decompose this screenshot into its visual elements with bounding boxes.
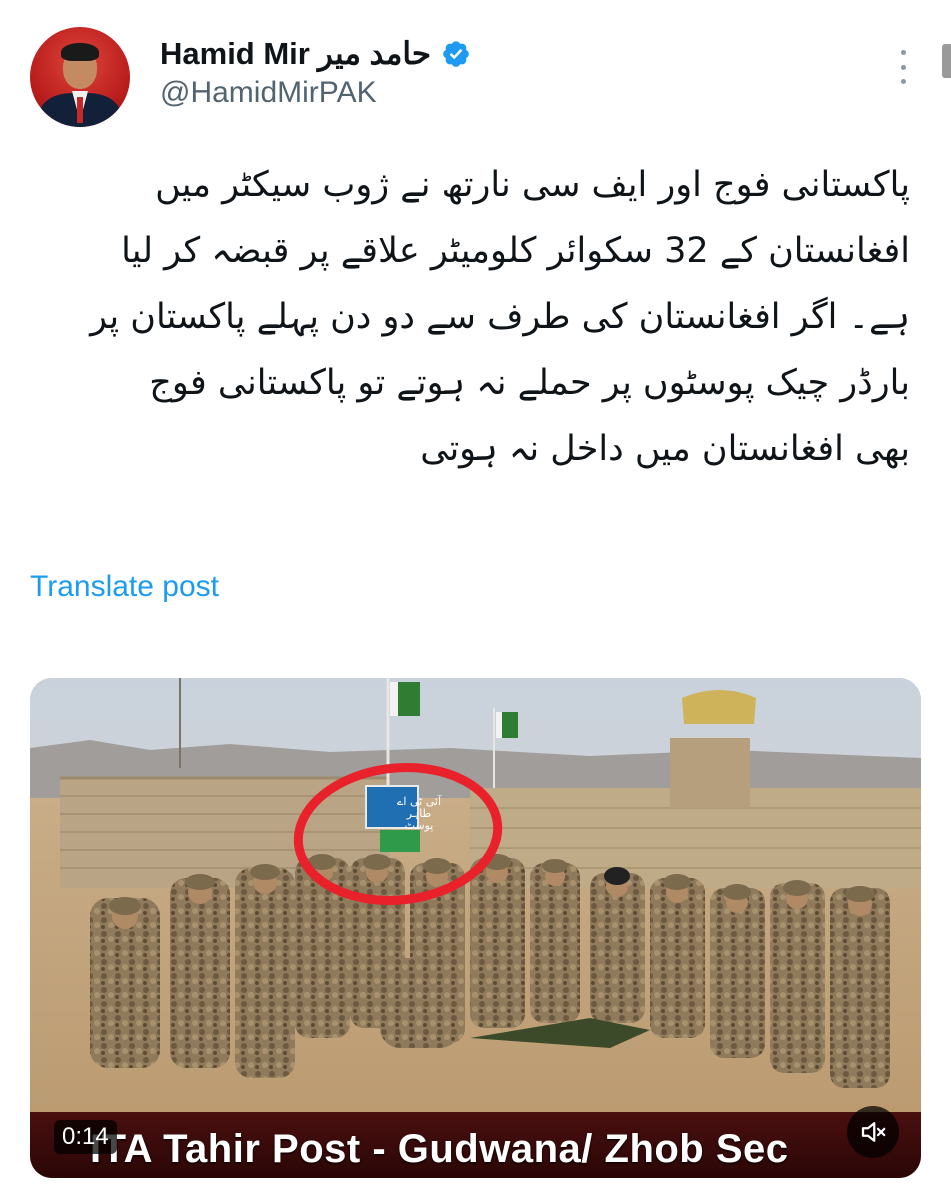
avatar[interactable] bbox=[30, 27, 130, 127]
author-handle[interactable]: @HamidMirPAK bbox=[160, 76, 377, 110]
video-frame bbox=[30, 678, 921, 1178]
sign-board-text: آئی ٹی اے طاہر پوسٹ bbox=[396, 795, 441, 832]
more-dot bbox=[900, 50, 906, 55]
post-text-line: پاکستانی فوج اور ایف سی نارتھ نے ژوب سیک… bbox=[155, 165, 910, 205]
more-dot bbox=[900, 79, 906, 84]
author-display-name-urdu[interactable]: حامد میر bbox=[318, 36, 431, 72]
post-text-line: افغانستان کے 32 سکوائر کلومیٹر علاقے پر … bbox=[121, 231, 910, 271]
video-timestamp: 0:14 bbox=[54, 1120, 117, 1154]
scrollbar-thumb[interactable] bbox=[942, 44, 951, 78]
avatar-hair bbox=[61, 43, 99, 61]
mute-button[interactable] bbox=[847, 1106, 899, 1158]
post-text: پاکستانی فوج اور ایف سی نارتھ نے ژوب سیک… bbox=[30, 152, 910, 482]
video-caption: ITA Tahir Post - Gudwana/ Zhob Sec bbox=[90, 1127, 789, 1171]
speaker-muted-icon bbox=[861, 1122, 886, 1142]
avatar-tie bbox=[77, 97, 83, 123]
more-options-icon[interactable] bbox=[893, 50, 913, 84]
video-caption-bar: ITA Tahir Post - Gudwana/ Zhob Sec bbox=[30, 1112, 921, 1178]
post-text-line: بھی افغانستان میں داخل نہ ہوتی bbox=[420, 429, 910, 469]
more-dot bbox=[900, 64, 906, 70]
verified-badge-icon bbox=[443, 41, 469, 67]
translate-post-link[interactable]: Translate post bbox=[30, 570, 219, 604]
video-player[interactable]: آئی ٹی اے طاہر پوسٹ ITA Tahir Post - Gud… bbox=[30, 678, 921, 1178]
post-text-line: بارڈر چیک پوسٹوں پر حملے نہ ہوتے تو پاکس… bbox=[149, 363, 910, 403]
post-text-line: ہے۔ اگر افغانستان کی طرف سے دو دن پہلے پ… bbox=[90, 297, 910, 337]
author-name-row[interactable]: Hamid Mir حامد میر bbox=[160, 34, 471, 74]
author-display-name[interactable]: Hamid Mir bbox=[160, 36, 310, 72]
